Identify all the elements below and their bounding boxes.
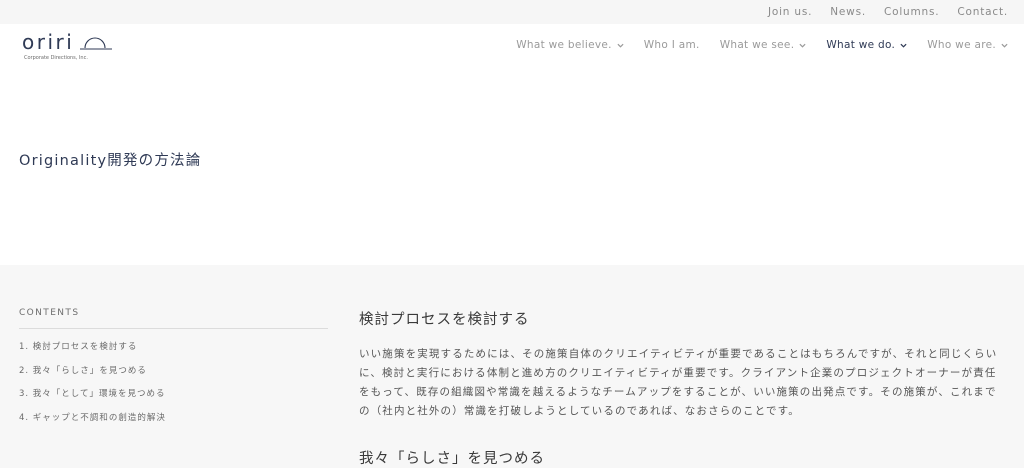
contact-link[interactable]: Contact. [957, 6, 1008, 18]
contents-item[interactable]: 1. 検討プロセスを検討する [19, 340, 328, 364]
chevron-down-icon [799, 43, 806, 48]
contents-list: 1. 検討プロセスを検討する 2. 我々「らしさ」を見つめる 3. 我々「として… [19, 340, 328, 434]
join-us-link[interactable]: Join us. [768, 6, 812, 18]
nav-label: Who I am. [643, 39, 700, 51]
table-of-contents: CONTENTS 1. 検討プロセスを検討する 2. 我々「らしさ」を見つめる … [19, 308, 328, 434]
utility-links: Join us. News. Columns. Contact. [768, 6, 1008, 18]
news-link[interactable]: News. [830, 6, 866, 18]
contents-label: CONTENTS [19, 308, 328, 329]
logo-wordmark: oriri [22, 30, 75, 54]
section-heading: 我々「らしさ」を見つめる [359, 451, 545, 467]
nav-who-i-am[interactable]: Who I am. [644, 39, 700, 51]
site-header: oriri Corporate Directions, Inc. What we… [0, 24, 1024, 68]
section-heading: 検討プロセスを検討する [359, 312, 530, 328]
utility-bar: Join us. News. Columns. Contact. [0, 0, 1024, 24]
contents-item[interactable]: 2. 我々「らしさ」を見つめる [19, 364, 328, 388]
nav-label: What we do. [826, 39, 896, 51]
nav-what-we-believe[interactable]: What we believe. [516, 39, 624, 51]
chevron-down-icon [617, 43, 624, 48]
main-nav: What we believe. Who I am. What we see. … [516, 39, 1008, 51]
nav-who-we-are[interactable]: Who we are. [927, 39, 1008, 51]
contents-item[interactable]: 3. 我々「として」環境を見つめる [19, 387, 328, 411]
site-logo[interactable]: oriri Corporate Directions, Inc. [22, 30, 122, 62]
contents-item[interactable]: 4. ギャップと不調和の創造的解決 [19, 411, 328, 435]
section-paragraph: いい施策を実現するためには、その施策自体のクリエイティビティが重要であることはも… [359, 348, 998, 417]
logo-tagline: Corporate Directions, Inc. [24, 55, 88, 61]
nav-what-we-see[interactable]: What we see. [720, 39, 807, 51]
nav-label: What we see. [719, 39, 795, 51]
logo-arch-icon [80, 37, 112, 50]
columns-link[interactable]: Columns. [884, 6, 939, 18]
content-section: CONTENTS 1. 検討プロセスを検討する 2. 我々「らしさ」を見つめる … [0, 265, 1024, 468]
chevron-down-icon [900, 43, 907, 48]
nav-label: Who we are. [927, 39, 996, 51]
article-body: 検討プロセスを検討する いい施策を実現するためには、その施策自体のクリエイティビ… [359, 308, 1004, 468]
nav-what-we-do[interactable]: What we do. [826, 39, 907, 51]
nav-label: What we believe. [516, 39, 612, 51]
chevron-down-icon [1001, 43, 1008, 48]
page-title: Originality開発の方法論 [19, 153, 202, 169]
